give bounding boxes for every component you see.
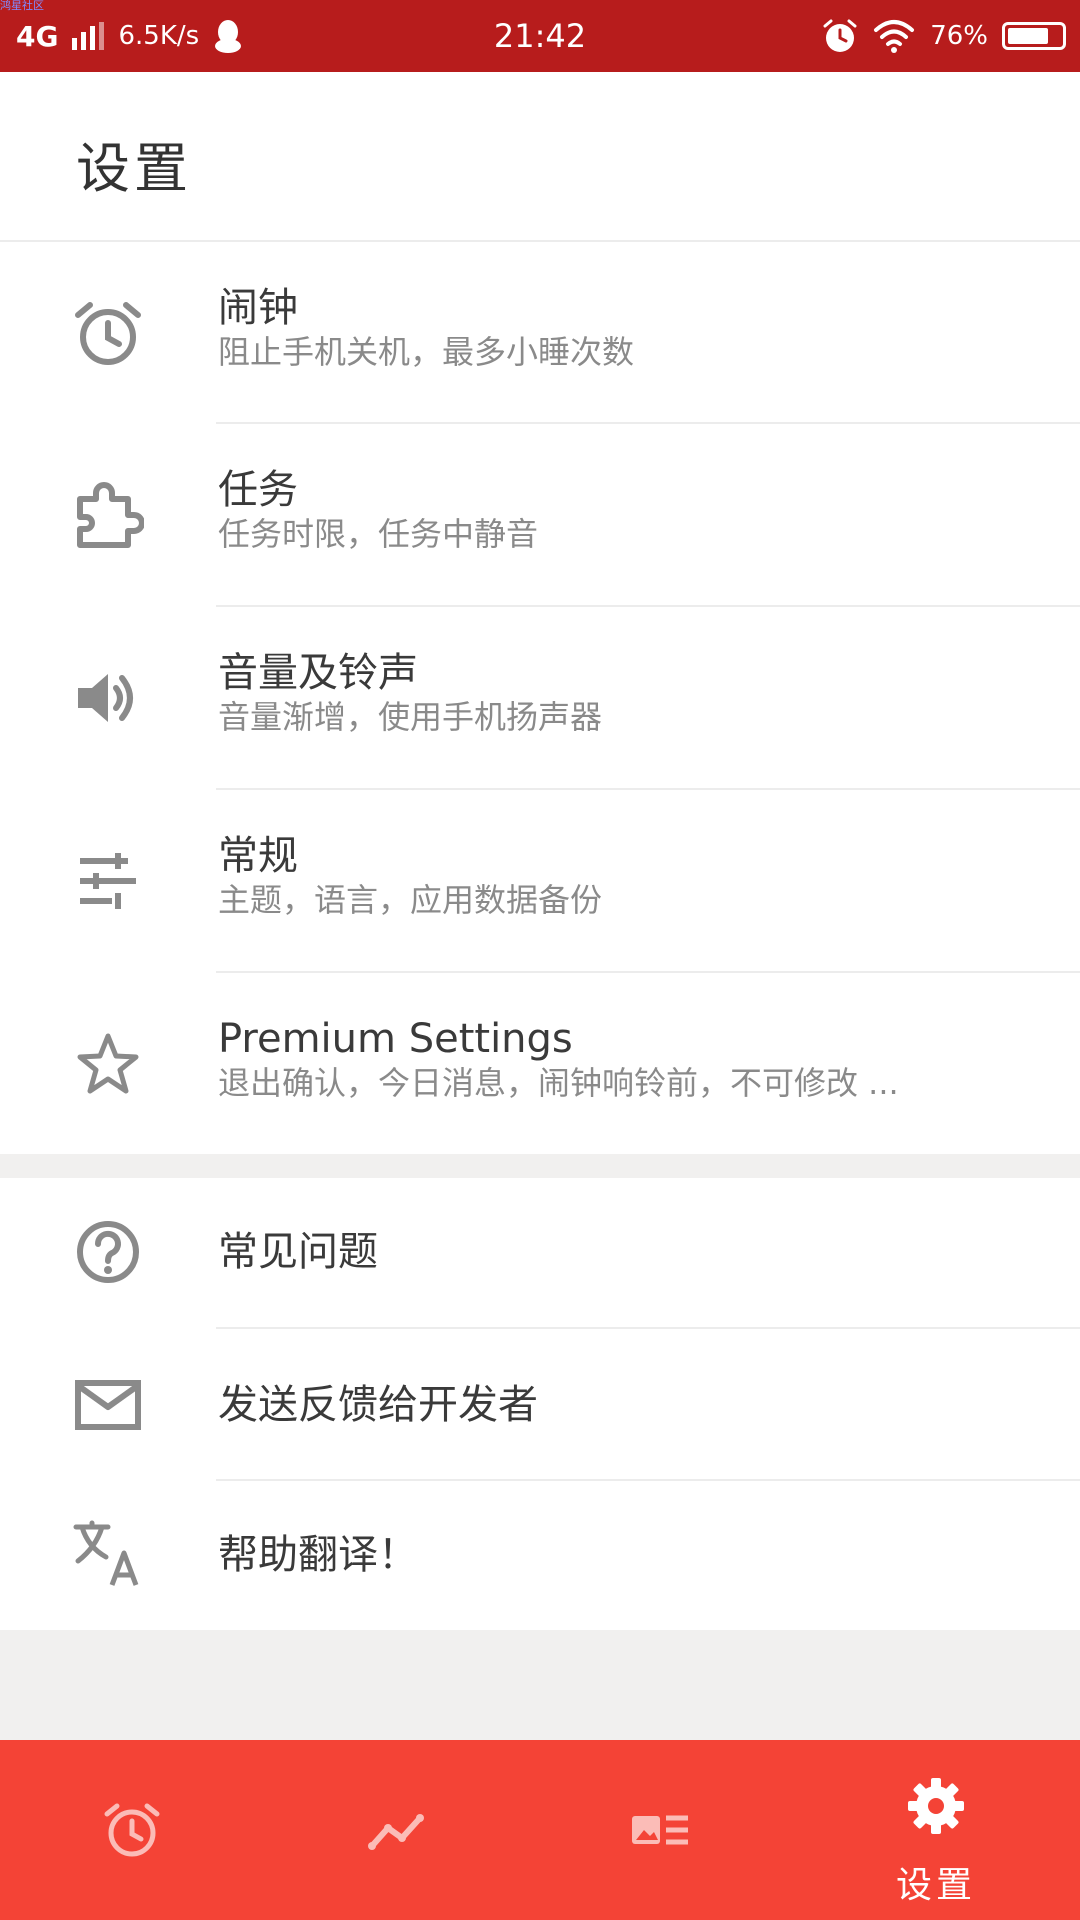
settings-item-feedback[interactable]: 发送反馈给开发者 — [0, 1329, 1080, 1481]
sliders-tune-icon — [72, 845, 144, 917]
settings-item-title: 常规 — [218, 833, 298, 879]
star-outline-icon — [72, 1028, 144, 1100]
battery-icon — [1002, 22, 1066, 50]
nav-tab-alarms[interactable] — [32, 1740, 232, 1920]
nav-tab-settings[interactable]: 设置 — [836, 1740, 1036, 1920]
settings-item-subtitle: 任务时限，任务中静音 — [218, 515, 539, 553]
settings-item-alarm[interactable]: 闹钟 阻止手机关机，最多小睡次数 — [0, 242, 1080, 424]
settings-item-subtitle: 主题，语言，应用数据备份 — [218, 881, 603, 919]
bottom-nav: 设置 — [0, 1740, 1080, 1920]
help-circle-icon — [72, 1216, 144, 1288]
settings-item-title: 任务 — [218, 467, 298, 513]
settings-group-support: 常见问题 发送反馈给开发者 帮助翻译！ — [0, 1178, 1080, 1630]
mail-envelope-icon — [72, 1369, 144, 1441]
settings-item-premium[interactable]: Premium Settings 退出确认，今日消息，闹钟响铃前，不可修改 ..… — [0, 973, 1080, 1154]
alarm-tab-icon — [104, 1803, 160, 1857]
gear-icon — [908, 1778, 964, 1834]
settings-item-translate[interactable]: 帮助翻译！ — [0, 1481, 1080, 1630]
news-feed-icon — [632, 1815, 688, 1845]
status-right: 76% — [822, 0, 1066, 72]
settings-item-subtitle: 退出确认，今日消息，闹钟响铃前，不可修改 ... — [218, 1064, 899, 1102]
nav-tab-label: 设置 — [895, 1865, 976, 1906]
settings-item-faq[interactable]: 常见问题 — [0, 1178, 1080, 1329]
alarm-clock-icon — [72, 297, 144, 369]
settings-item-title: 音量及铃声 — [218, 650, 418, 696]
settings-item-title: 常见问题 — [218, 1229, 378, 1275]
settings-item-title: Premium Settings — [218, 1016, 573, 1062]
settings-item-title: 帮助翻译！ — [218, 1532, 418, 1578]
settings-item-title: 发送反馈给开发者 — [218, 1382, 538, 1428]
page-header: 设置 — [0, 72, 1080, 242]
settings-item-subtitle: 音量渐增，使用手机扬声器 — [218, 698, 603, 736]
battery-percent: 76% — [930, 21, 988, 51]
settings-item-volume[interactable]: 音量及铃声 音量渐增，使用手机扬声器 — [0, 607, 1080, 790]
puzzle-piece-icon — [72, 479, 144, 551]
settings-item-subtitle: 阻止手机关机，最多小睡次数 — [218, 333, 635, 371]
translate-icon — [72, 1519, 144, 1591]
settings-item-tasks[interactable]: 任务 任务时限，任务中静音 — [0, 424, 1080, 607]
settings-item-title: 闹钟 — [218, 285, 298, 331]
wifi-icon — [874, 20, 915, 53]
trend-chart-icon — [368, 1814, 424, 1850]
settings-group-primary: 闹钟 阻止手机关机，最多小睡次数 任务 任务时限，任务中静音 音量及铃声 音量渐… — [0, 242, 1080, 1154]
nav-tab-news[interactable] — [560, 1740, 760, 1920]
settings-item-general[interactable]: 常规 主题，语言，应用数据备份 — [0, 790, 1080, 973]
page-title: 设置 — [76, 137, 192, 200]
battery-fill — [1008, 28, 1048, 44]
speaker-volume-icon — [72, 662, 144, 734]
nav-tab-stats[interactable] — [296, 1740, 496, 1920]
alarm-status-icon — [823, 19, 857, 52]
status-bar: 鸿星社区 4G 6.5K/s 21:42 76% — [0, 0, 1080, 72]
